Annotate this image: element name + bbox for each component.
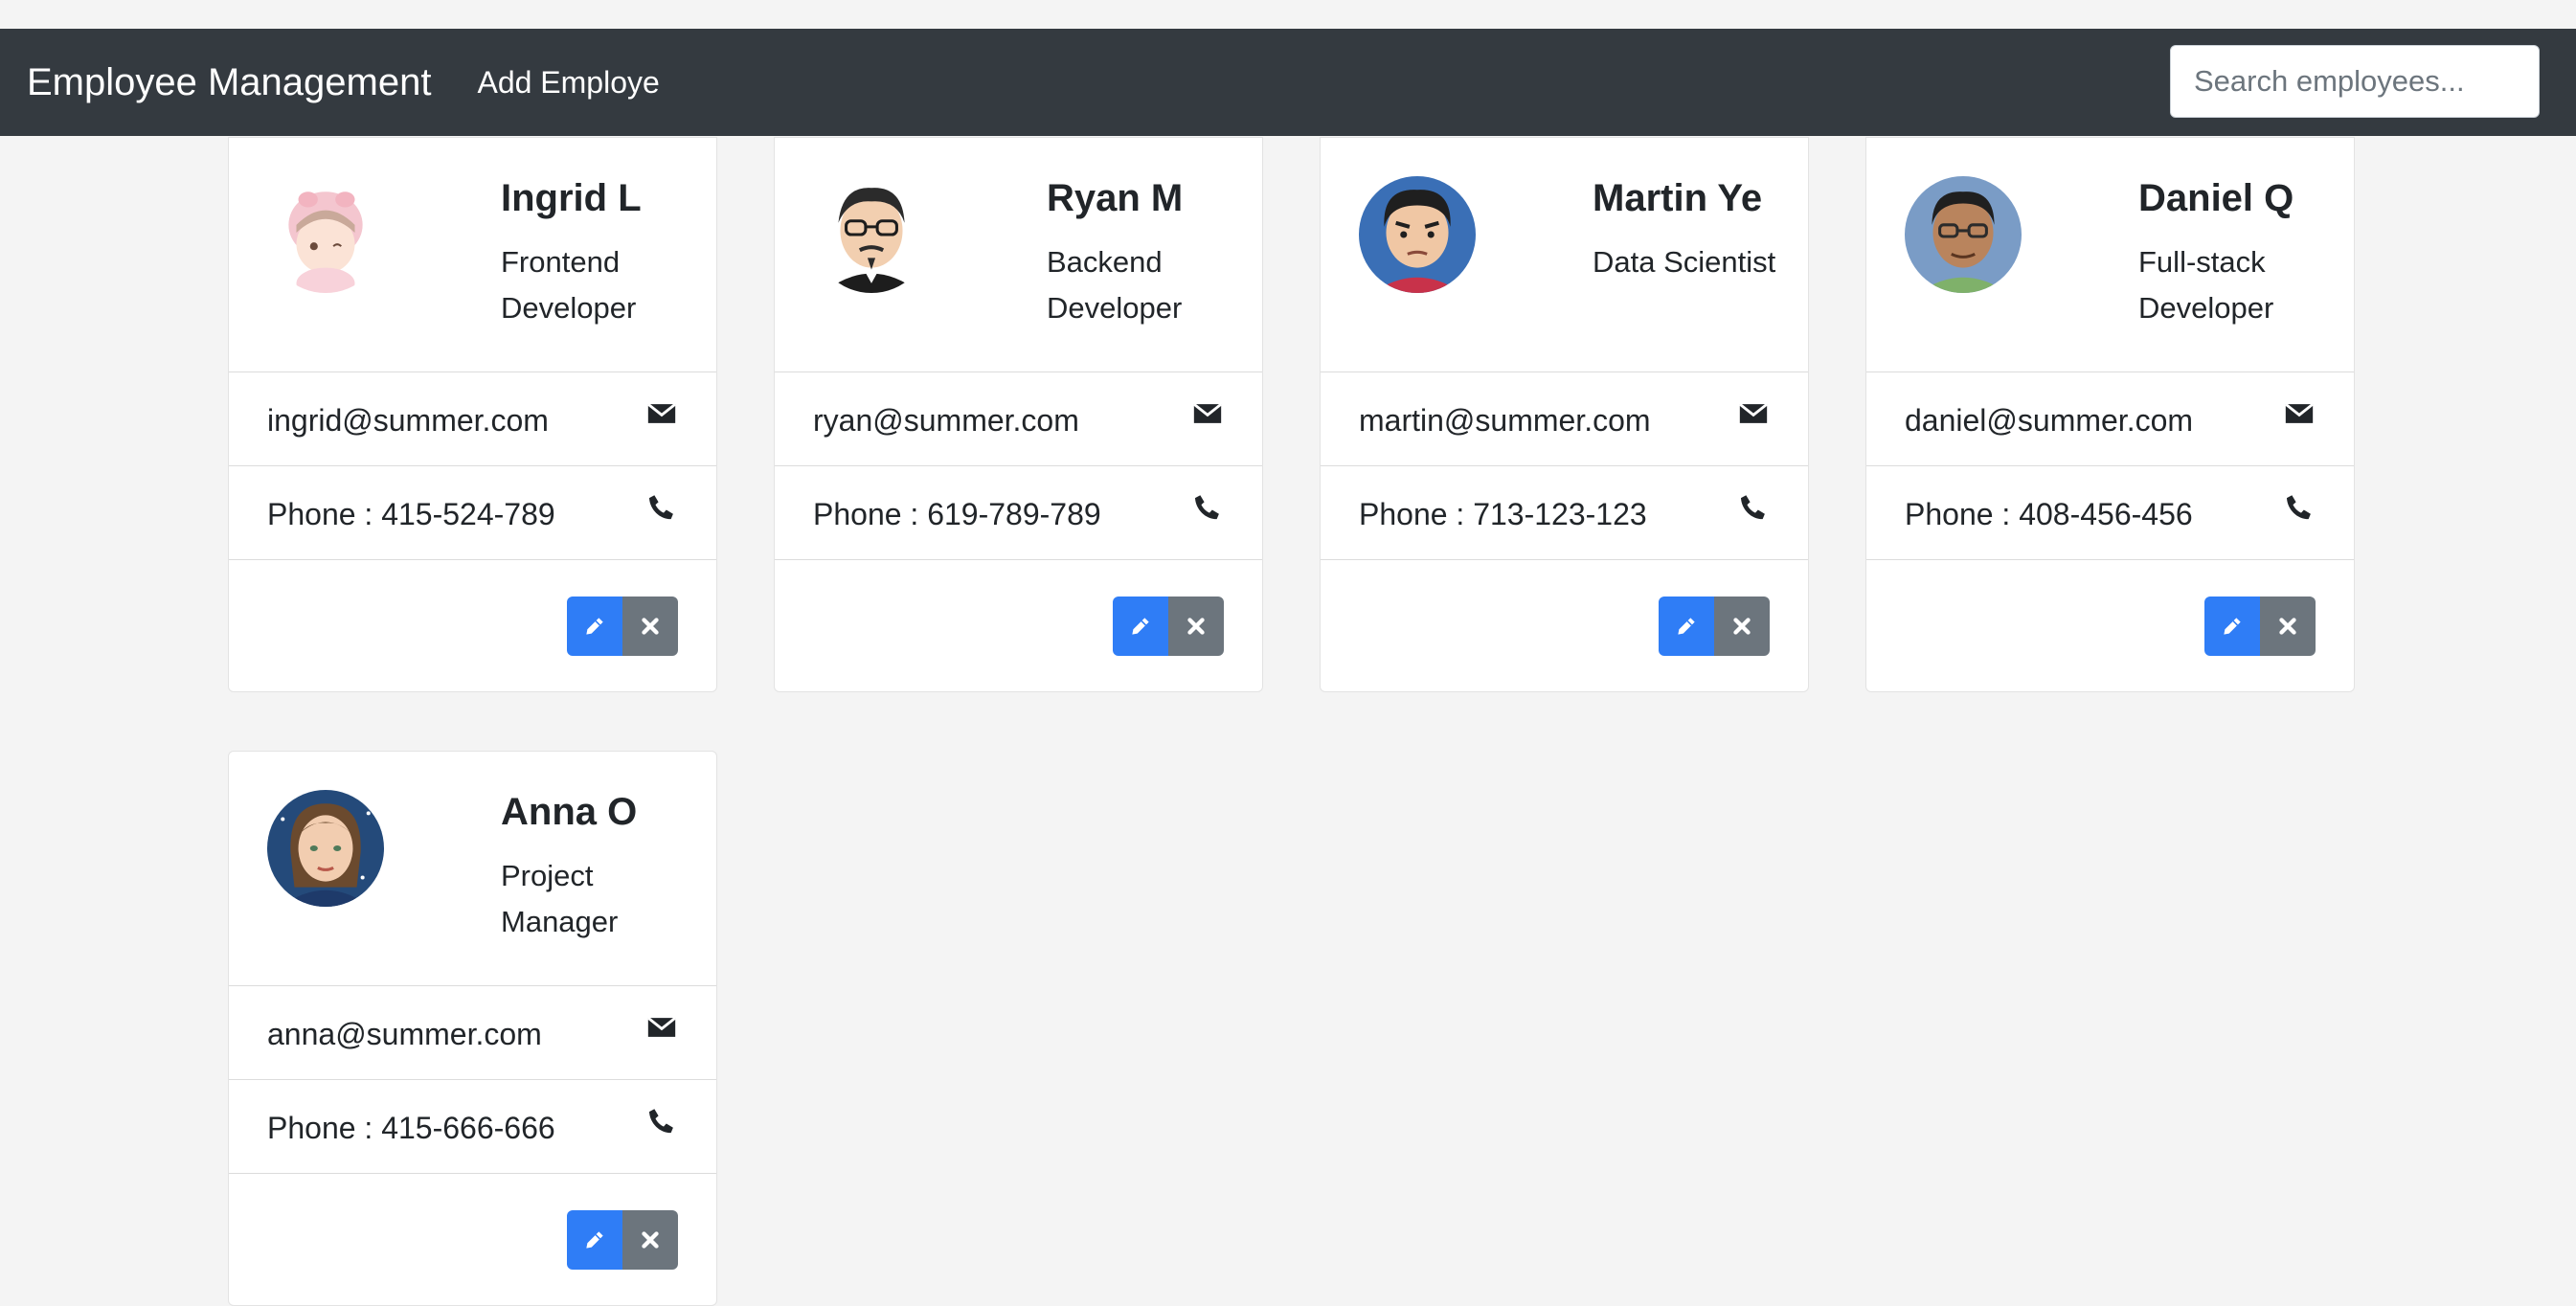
search-input[interactable] xyxy=(2170,45,2540,118)
phone-icon xyxy=(1737,491,1770,524)
action-button-group xyxy=(567,1210,678,1270)
phone-icon xyxy=(2283,491,2316,524)
employee-email[interactable]: ingrid@summer.com xyxy=(267,401,549,439)
phone-icon xyxy=(645,1105,678,1137)
delete-button[interactable] xyxy=(622,597,678,656)
employee-email[interactable]: martin@summer.com xyxy=(1359,401,1651,439)
avatar xyxy=(1905,176,2022,293)
card-actions xyxy=(229,559,716,691)
employee-phone[interactable]: Phone : 619-789-789 xyxy=(813,495,1101,533)
action-button-group xyxy=(1113,597,1224,656)
employee-email[interactable]: ryan@summer.com xyxy=(813,401,1079,439)
edit-button[interactable] xyxy=(1113,597,1168,656)
phone-row: Phone : 713-123-123 xyxy=(1321,465,1808,559)
employee-email[interactable]: anna@summer.com xyxy=(267,1015,542,1053)
email-row: martin@summer.com xyxy=(1321,372,1808,465)
employee-title: Backend Developer xyxy=(1047,245,1183,325)
email-row: ryan@summer.com xyxy=(775,372,1262,465)
close-icon xyxy=(1733,618,1751,635)
avatar xyxy=(267,790,384,907)
email-row: anna@summer.com xyxy=(229,985,716,1079)
delete-button[interactable] xyxy=(1714,597,1770,656)
employee-name: Ingrid L xyxy=(501,177,642,219)
top-navbar: Employee Management Add Employe xyxy=(0,29,2576,136)
close-icon xyxy=(1187,618,1205,635)
envelope-icon xyxy=(2283,397,2316,430)
close-icon xyxy=(642,618,659,635)
edit-button[interactable] xyxy=(1659,597,1714,656)
employee-phone[interactable]: Phone : 415-666-666 xyxy=(267,1109,555,1147)
employee-phone[interactable]: Phone : 415-524-789 xyxy=(267,495,555,533)
employee-card-ryan: Ryan M Backend Developer ryan@summer.com… xyxy=(774,137,1263,692)
phone-row: Phone : 415-666-666 xyxy=(229,1079,716,1173)
brand-title[interactable]: Employee Management xyxy=(27,61,431,104)
employee-title: Project Manager xyxy=(501,859,619,938)
phone-row: Phone : 415-524-789 xyxy=(229,465,716,559)
envelope-icon xyxy=(645,1011,678,1044)
close-icon xyxy=(2279,618,2296,635)
employee-title: Frontend Developer xyxy=(501,245,637,325)
action-button-group xyxy=(567,597,678,656)
employee-title: Data Scientist xyxy=(1593,245,1776,279)
phone-icon xyxy=(645,491,678,524)
email-row: ingrid@summer.com xyxy=(229,372,716,465)
employee-name: Anna O xyxy=(501,791,638,833)
envelope-icon xyxy=(1191,397,1224,430)
employee-phone[interactable]: Phone : 713-123-123 xyxy=(1359,495,1647,533)
card-actions xyxy=(1866,559,2354,691)
add-employee-link[interactable]: Add Employe xyxy=(477,65,659,101)
card-actions xyxy=(1321,559,1808,691)
employee-title: Full-stack Developer xyxy=(2138,245,2274,325)
envelope-icon xyxy=(1737,397,1770,430)
card-actions xyxy=(229,1173,716,1305)
edit-button[interactable] xyxy=(2204,597,2260,656)
envelope-icon xyxy=(645,397,678,430)
employee-name: Ryan M xyxy=(1047,177,1184,219)
employee-phone[interactable]: Phone : 408-456-456 xyxy=(1905,495,2193,533)
action-button-group xyxy=(1659,597,1770,656)
avatar xyxy=(1359,176,1476,293)
email-row: daniel@summer.com xyxy=(1866,372,2354,465)
employee-name: Daniel Q xyxy=(2138,177,2294,219)
avatar xyxy=(267,176,384,293)
pencil-icon xyxy=(1678,618,1695,635)
phone-row: Phone : 408-456-456 xyxy=(1866,465,2354,559)
pencil-icon xyxy=(586,618,603,635)
employee-card-ingrid: Ingrid L Frontend Developer ingrid@summe… xyxy=(228,137,717,692)
pencil-icon xyxy=(2224,618,2241,635)
pencil-icon xyxy=(1132,618,1149,635)
card-actions xyxy=(775,559,1262,691)
employee-card-anna: Anna O Project Manager anna@summer.com P… xyxy=(228,751,717,1306)
action-button-group xyxy=(2204,597,2316,656)
edit-button[interactable] xyxy=(567,597,622,656)
delete-button[interactable] xyxy=(622,1210,678,1270)
employee-name: Martin Ye xyxy=(1593,177,1763,219)
phone-icon xyxy=(1191,491,1224,524)
close-icon xyxy=(642,1231,659,1249)
phone-row: Phone : 619-789-789 xyxy=(775,465,1262,559)
employee-card-daniel: Daniel Q Full-stack Developer daniel@sum… xyxy=(1865,137,2355,692)
employee-email[interactable]: daniel@summer.com xyxy=(1905,401,2193,439)
delete-button[interactable] xyxy=(2260,597,2316,656)
employee-card-martin: Martin Ye Data Scientist martin@summer.c… xyxy=(1320,137,1809,692)
avatar xyxy=(813,176,930,293)
delete-button[interactable] xyxy=(1168,597,1224,656)
edit-button[interactable] xyxy=(567,1210,622,1270)
pencil-icon xyxy=(586,1231,603,1249)
